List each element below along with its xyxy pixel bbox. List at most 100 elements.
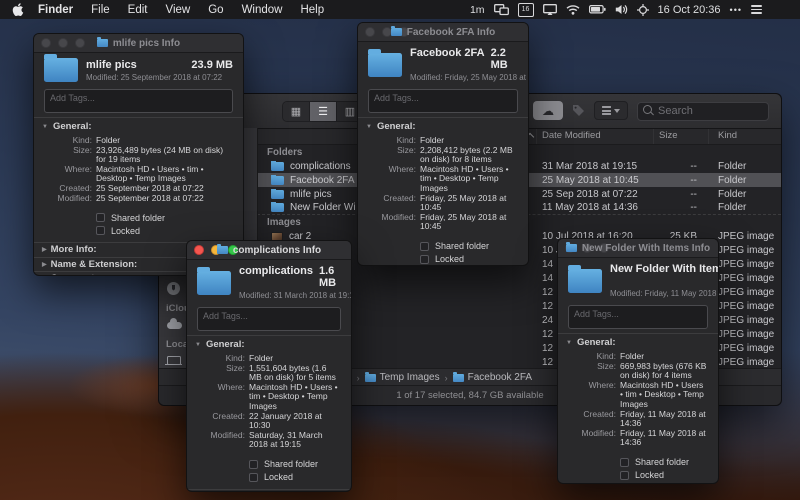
menu-item[interactable]: Go: [208, 4, 223, 16]
menu-item[interactable]: Help: [300, 4, 324, 16]
calendar-icon[interactable]: 16: [517, 2, 534, 17]
computer-icon: [165, 355, 182, 366]
add-tags-input[interactable]: [197, 307, 341, 331]
modified-line: Modified: 25 September 2018 at 07:22: [86, 72, 223, 82]
apple-menu-icon[interactable]: [12, 3, 24, 16]
share-button[interactable]: ☁: [533, 101, 563, 120]
menu-item[interactable]: Edit: [128, 4, 148, 16]
zoom-button[interactable]: [75, 38, 85, 48]
disclosure-triangle-icon: ▶: [42, 247, 47, 254]
folder-icon: [368, 48, 402, 77]
size-value: 669,983 bytes (676 KB on disk) for 4 ite…: [620, 360, 707, 381]
column-header-kind[interactable]: Kind: [718, 130, 737, 141]
general-info: Kind: Folder Size: 669,983 bytes (676 KB o…: [581, 351, 707, 448]
notification-center-icon[interactable]: [751, 5, 762, 14]
path-crumb-temp-images[interactable]: Temp Images: [364, 371, 440, 383]
locked-checkbox[interactable]: [249, 472, 258, 482]
modified-value: 25 September 2018 at 07:22: [96, 192, 204, 203]
folder-icon: [44, 54, 78, 82]
item-name: complications: [239, 265, 313, 277]
group-by-dropdown[interactable]: [594, 101, 628, 120]
icloud-drive-icon: [167, 318, 182, 329]
item-name: Facebook 2FA: [410, 47, 485, 59]
minimize-button[interactable]: [382, 27, 392, 37]
info-title-bar[interactable]: complications Info: [187, 241, 351, 260]
section-more-info[interactable]: ▶More Info:: [187, 488, 351, 491]
where-value: Macintosh HD • Users • tim • Desktop • T…: [620, 379, 704, 409]
siri-ellipsis-icon[interactable]: •••: [730, 5, 742, 15]
locked-checkbox[interactable]: [420, 254, 429, 264]
battery-icon[interactable]: [588, 3, 606, 17]
volume-icon[interactable]: [615, 3, 628, 17]
close-button[interactable]: [565, 243, 575, 253]
item-size: 1.6 MB: [318, 265, 337, 289]
general-section-header[interactable]: ▼ General:: [187, 335, 351, 353]
location-crosshair-icon[interactable]: [636, 3, 649, 17]
close-button[interactable]: [41, 38, 51, 48]
shared-folder-checkbox[interactable]: [96, 213, 105, 223]
search-input[interactable]: [637, 101, 769, 121]
icon-view-button[interactable]: ▦: [283, 101, 310, 121]
where-value: Macintosh HD • Users • tim • Desktop • T…: [249, 381, 338, 411]
general-section-header[interactable]: ▼ General:: [358, 117, 528, 135]
disclosure-triangle-icon: ▶: [42, 275, 47, 276]
folder-icon: [96, 37, 108, 47]
column-header-size[interactable]: Size: [659, 130, 677, 141]
displays-icon[interactable]: [493, 3, 509, 17]
menu-bar-clock[interactable]: 16 Oct 20:36: [658, 4, 721, 16]
item-size: 23.9 MB: [191, 58, 233, 71]
info-header: Facebook 2FA 2.2 MB Modified: Friday, 25…: [358, 42, 528, 85]
add-tags-input[interactable]: [368, 89, 518, 113]
zoom-button[interactable]: [228, 245, 238, 255]
locked-checkbox[interactable]: [96, 226, 105, 236]
add-tags-input[interactable]: [568, 305, 708, 329]
disclosure-triangle-icon: ▼: [42, 123, 48, 130]
window-title: Facebook 2FA Info: [406, 26, 496, 38]
locked-checkbox[interactable]: [620, 470, 629, 480]
shared-folder-checkbox[interactable]: [620, 457, 629, 467]
chevron-right-icon: ›: [444, 372, 448, 383]
menu-item[interactable]: Window: [242, 4, 283, 16]
wifi-icon[interactable]: [566, 3, 580, 17]
minimize-button[interactable]: [58, 38, 68, 48]
size-value: 1,551,604 bytes (1.6 MB on disk) for 5 i…: [249, 362, 336, 383]
chevron-right-icon: ›: [356, 372, 360, 383]
list-view-button[interactable]: ☰: [310, 101, 337, 121]
general-section-header[interactable]: ▼ General:: [558, 333, 718, 351]
close-button[interactable]: [194, 245, 204, 255]
tag-icon[interactable]: [572, 104, 585, 117]
close-button[interactable]: [365, 27, 375, 37]
info-title-bar[interactable]: New Folder With Items Info: [558, 239, 718, 258]
menu-bar: Finder File Edit View Go Window Help 1m 16 16 …: [0, 0, 800, 19]
modified-value: Friday, 25 May 2018 at 10:45: [420, 211, 507, 232]
window-title: mlife pics Info: [112, 37, 181, 49]
info-title-bar[interactable]: Facebook 2FA Info: [358, 23, 528, 42]
add-tags-input[interactable]: [44, 89, 233, 113]
modified-line: Modified: Friday, 11 May 2018 at 14:36: [610, 289, 718, 298]
search-icon: [643, 105, 652, 114]
path-crumb-facebook-2fa[interactable]: Facebook 2FA: [452, 371, 532, 383]
file-icon: [271, 174, 284, 185]
zoom-button[interactable]: [399, 27, 409, 37]
shared-folder-checkbox[interactable]: [420, 241, 429, 251]
info-title-bar[interactable]: mlife pics Info: [34, 34, 243, 53]
general-section-header[interactable]: ▼ General:: [34, 117, 243, 135]
minimize-button[interactable]: [211, 245, 221, 255]
zoom-button[interactable]: [599, 243, 609, 253]
minimize-button[interactable]: [582, 243, 592, 253]
item-name: mlife pics: [86, 58, 137, 71]
get-info-window: New Folder With Items Info New Folder Wi…: [557, 238, 719, 484]
airplay-display-icon[interactable]: [542, 3, 557, 17]
menu-item[interactable]: Finder: [38, 4, 73, 16]
folder-icon: [452, 371, 464, 382]
menu-item[interactable]: View: [166, 4, 191, 16]
created-value: Friday, 25 May 2018 at 10:45: [420, 192, 507, 213]
info-header: complications 1.6 MB Modified: 31 March …: [187, 260, 351, 303]
created-value: Friday, 11 May 2018 at 14:36: [620, 408, 706, 429]
general-info: Kind: Folder Size: 23,926,489 bytes (24 MB…: [34, 135, 243, 205]
menu-item[interactable]: File: [91, 4, 110, 16]
column-header-date-modified[interactable]: Date Modified: [542, 130, 601, 141]
shared-folder-checkbox[interactable]: [249, 459, 258, 469]
item-name: New Folder With Items: [610, 263, 719, 275]
downloads-icon: [167, 281, 180, 295]
